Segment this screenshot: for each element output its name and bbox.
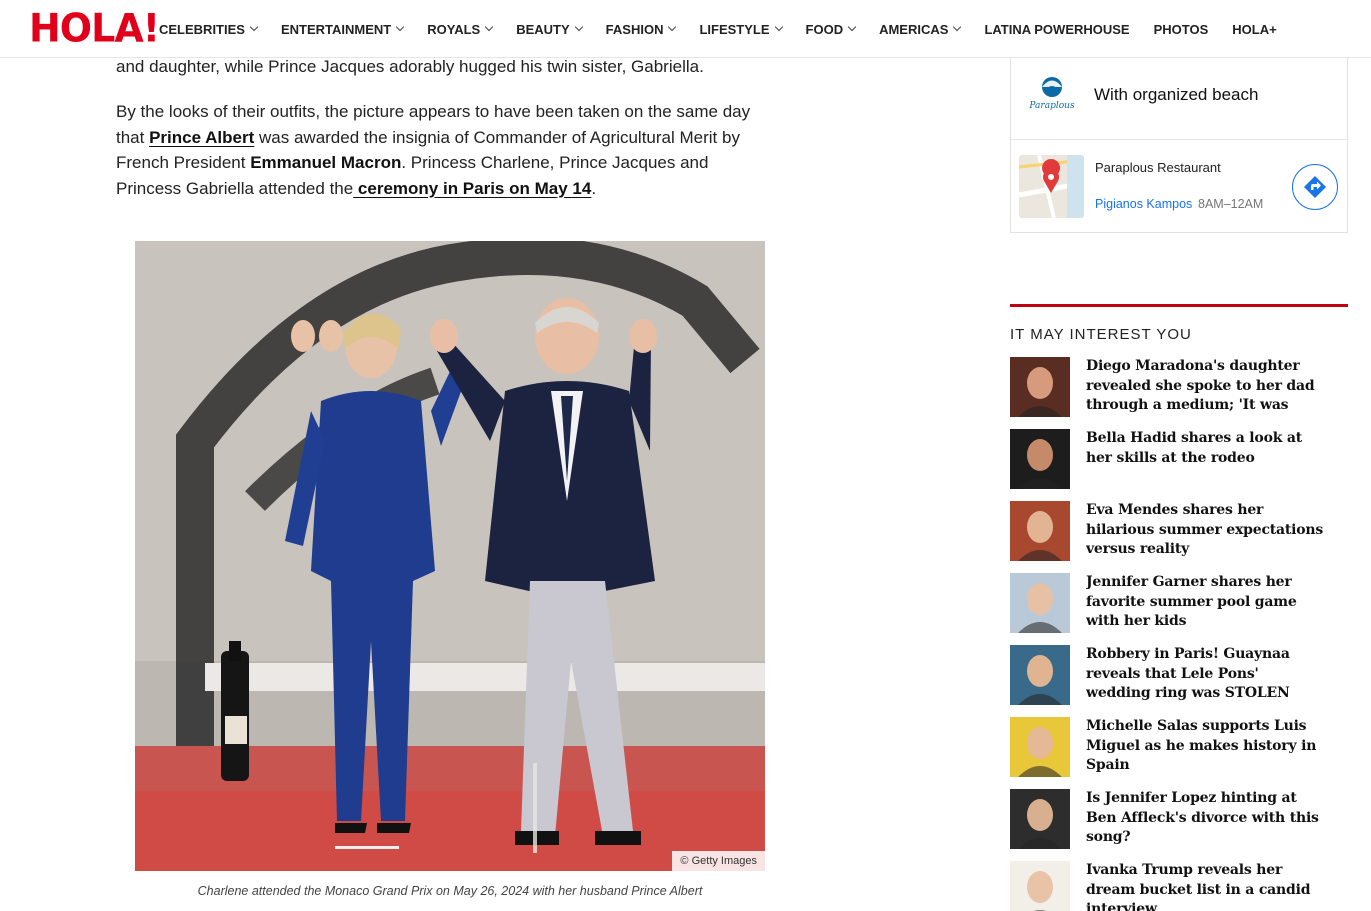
- nav-label: LIFESTYLE: [699, 21, 770, 37]
- nav-label: FOOD: [805, 21, 844, 37]
- site-header: HOLA! CELEBRITIES ENTERTAINMENT ROYALS BEAU…: [0, 0, 1371, 58]
- related-title[interactable]: Ivanka Trump reveals her dream bucket li…: [1086, 861, 1326, 911]
- nav-label: FASHION: [605, 21, 664, 37]
- related-article[interactable]: Eva Mendes shares her hilarious summer e…: [1010, 501, 1348, 563]
- map-tagline: With organized beach: [1094, 85, 1259, 104]
- nav-item-americas[interactable]: AMERICAS: [879, 20, 962, 38]
- related-article[interactable]: Ivanka Trump reveals her dream bucket li…: [1010, 861, 1348, 911]
- chevron-down-icon: [484, 22, 494, 32]
- chevron-down-icon: [847, 22, 857, 32]
- nav-item-lifestyle[interactable]: LIFESTYLE: [699, 20, 783, 38]
- photo-illustration: [135, 241, 765, 871]
- related-thumbnail[interactable]: [1010, 501, 1070, 561]
- related-thumbnail[interactable]: [1010, 861, 1070, 911]
- nav-label: ROYALS: [427, 21, 481, 37]
- related-title[interactable]: Is Jennifer Lopez hinting at Ben Affleck…: [1086, 789, 1326, 848]
- article-photo: © Getty Images: [135, 241, 765, 871]
- nav-item-royals[interactable]: ROYALS: [427, 20, 494, 38]
- map-location-link[interactable]: Pigianos Kampos: [1095, 197, 1192, 211]
- related-article[interactable]: Is Jennifer Lopez hinting at Ben Affleck…: [1010, 789, 1348, 851]
- directions-button[interactable]: [1292, 164, 1338, 210]
- related-article[interactable]: Diego Maradona's daughter revealed she s…: [1010, 357, 1348, 419]
- nav-label: ENTERTAINMENT: [280, 21, 392, 37]
- related-thumbnail[interactable]: [1010, 645, 1070, 705]
- hola-logo[interactable]: HOLA!: [29, 8, 160, 49]
- chevron-down-icon: [668, 22, 677, 32]
- related-heading: IT MAY INTEREST YOU: [1010, 326, 1192, 343]
- photo-credit: © Getty Images: [672, 851, 765, 871]
- related-thumbnail[interactable]: [1010, 573, 1070, 633]
- nav-item-latina-powerhouse[interactable]: LATINA POWERHOUSE: [984, 20, 1129, 38]
- chevron-down-icon: [953, 22, 962, 32]
- related-article[interactable]: Jennifer Garner shares her favorite summ…: [1010, 573, 1348, 635]
- map-thumbnail[interactable]: [1019, 155, 1084, 218]
- nav-label: BEAUTY: [516, 21, 570, 37]
- nav-item-photos[interactable]: PHOTOS: [1154, 20, 1209, 38]
- related-title[interactable]: Jennifer Garner shares her favorite summ…: [1086, 573, 1326, 632]
- chevron-down-icon: [249, 22, 259, 32]
- nav-label: CELEBRITIES: [159, 21, 245, 37]
- related-title[interactable]: Bella Hadid shares a look at her skills …: [1086, 429, 1326, 468]
- nav-item-food[interactable]: FOOD: [805, 20, 857, 38]
- related-thumbnail[interactable]: [1010, 717, 1070, 777]
- chevron-down-icon: [774, 22, 783, 32]
- related-article[interactable]: Michelle Salas supports Luis Miguel as h…: [1010, 717, 1348, 779]
- map-pin-icon: [1019, 155, 1084, 218]
- nav-item-hola[interactable]: HOLA+: [1232, 20, 1276, 38]
- nav-label: PHOTOS: [1153, 21, 1209, 37]
- related-thumbnail[interactable]: [1010, 789, 1070, 849]
- related-thumbnail[interactable]: [1010, 357, 1070, 417]
- photo-caption: Charlene attended the Monaco Grand Prix …: [197, 884, 703, 898]
- nav-item-entertainment[interactable]: ENTERTAINMENT: [280, 20, 405, 38]
- related-article[interactable]: Bella Hadid shares a look at her skills …: [1010, 429, 1348, 491]
- section-divider: [1010, 304, 1348, 307]
- related-title[interactable]: Eva Mendes shares her hilarious summer e…: [1086, 501, 1326, 560]
- link-ceremony-paris[interactable]: ceremony in Paris on May 14: [353, 179, 591, 198]
- related-title[interactable]: Michelle Salas supports Luis Miguel as h…: [1086, 717, 1326, 776]
- map-hours: 8AM–12AM: [1198, 197, 1264, 211]
- paraplous-logo-icon: Paraplous: [1028, 77, 1075, 111]
- related-thumbnail[interactable]: [1010, 429, 1070, 489]
- map-ad-widget[interactable]: Paraplous With organized beach Paraplous…: [1010, 52, 1348, 233]
- link-prince-albert[interactable]: Prince Albert: [149, 128, 254, 147]
- paragraph-text: .: [591, 178, 597, 198]
- nav-label: HOLA+: [1232, 21, 1277, 37]
- related-title[interactable]: Diego Maradona's daughter revealed she s…: [1086, 357, 1326, 416]
- nav-label: AMERICAS: [879, 21, 949, 37]
- bold-emmanuel-macron: Emmanuel Macron: [250, 153, 402, 172]
- map-place-name[interactable]: Paraplous Restaurant: [1095, 160, 1221, 175]
- directions-icon: [1304, 176, 1326, 198]
- nav-item-celebrities[interactable]: CELEBRITIES: [159, 20, 259, 38]
- related-article[interactable]: Robbery in Paris! Guaynaa reveals that L…: [1010, 645, 1348, 707]
- chevron-down-icon: [574, 22, 583, 32]
- nav-item-beauty[interactable]: BEAUTY: [516, 20, 583, 38]
- nav-label: LATINA POWERHOUSE: [984, 21, 1130, 37]
- map-ad-header[interactable]: Paraplous With organized beach: [1011, 52, 1347, 140]
- main-nav: CELEBRITIES ENTERTAINMENT ROYALS BEAUTY FASH…: [159, 20, 1277, 38]
- article-paragraph: By the looks of their outfits, the pictu…: [116, 99, 771, 201]
- chevron-down-icon: [395, 22, 405, 32]
- related-title[interactable]: Robbery in Paris! Guaynaa reveals that L…: [1086, 645, 1326, 704]
- nav-item-fashion[interactable]: FASHION: [605, 20, 677, 38]
- map-logo-text: Paraplous: [1028, 101, 1075, 111]
